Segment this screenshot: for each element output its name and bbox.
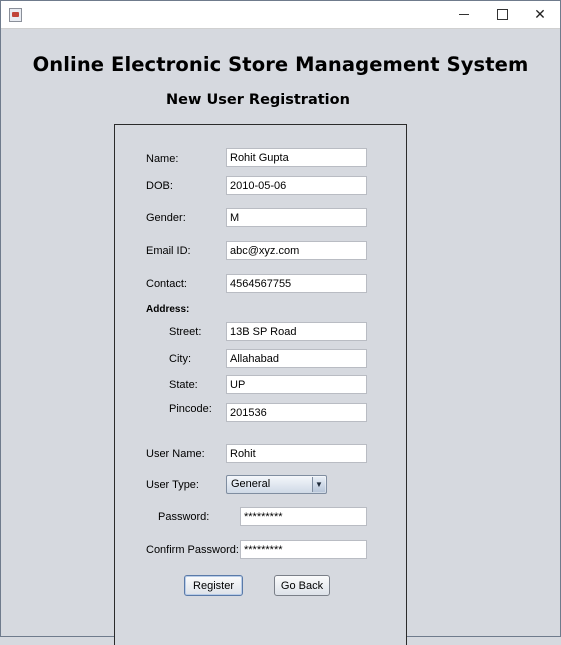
pincode-field[interactable] — [226, 403, 367, 422]
register-button[interactable]: Register — [184, 575, 243, 596]
title-bar: ✕ — [1, 1, 560, 29]
page-title: New User Registration — [166, 92, 350, 108]
contact-label: Contact: — [146, 278, 187, 290]
confirm-password-field[interactable] — [240, 540, 367, 559]
chevron-down-icon[interactable]: ▼ — [312, 477, 325, 492]
street-field[interactable] — [226, 322, 367, 341]
name-label: Name: — [146, 153, 179, 165]
name-field[interactable] — [226, 148, 367, 167]
close-button[interactable]: ✕ — [521, 1, 559, 28]
minimize-button[interactable] — [445, 1, 483, 28]
state-field[interactable] — [226, 375, 367, 394]
pincode-label: Pincode: — [169, 403, 212, 415]
email-label: Email ID: — [146, 245, 191, 257]
close-icon: ✕ — [534, 6, 546, 23]
password-label: Password: — [158, 511, 210, 523]
city-field[interactable] — [226, 349, 367, 368]
go-back-button[interactable]: Go Back — [274, 575, 330, 596]
user-type-label: User Type: — [146, 479, 199, 491]
user-type-dropdown[interactable]: General ▼ — [226, 475, 327, 494]
gender-label: Gender: — [146, 212, 186, 224]
java-app-icon — [9, 8, 22, 22]
minimize-icon — [459, 14, 469, 15]
maximize-button[interactable] — [483, 1, 521, 28]
address-heading: Address: — [146, 304, 190, 315]
password-field[interactable] — [240, 507, 367, 526]
city-label: City: — [169, 353, 191, 365]
dob-field[interactable] — [226, 176, 367, 195]
app-window: ✕ Online Electronic Store Management Sys… — [0, 0, 561, 645]
username-field[interactable] — [226, 444, 367, 463]
dob-label: DOB: — [146, 180, 173, 192]
maximize-icon — [496, 9, 508, 20]
state-label: State: — [169, 379, 198, 391]
gender-field[interactable] — [226, 208, 367, 227]
email-field[interactable] — [226, 241, 367, 260]
app-title: Online Electronic Store Management Syste… — [32, 53, 529, 76]
confirm-password-label: Confirm Password: — [146, 544, 239, 556]
street-label: Street: — [169, 326, 202, 338]
username-label: User Name: — [146, 448, 205, 460]
contact-field[interactable] — [226, 274, 367, 293]
user-type-selected: General — [231, 478, 271, 490]
